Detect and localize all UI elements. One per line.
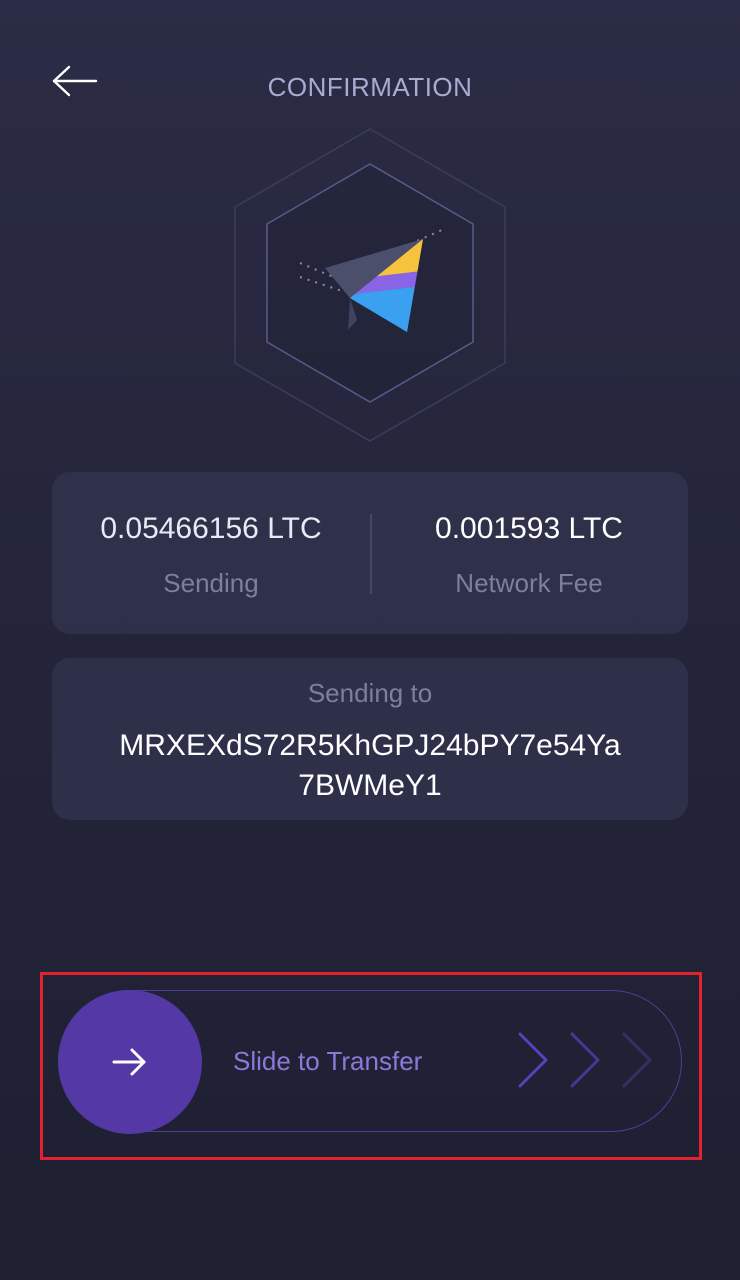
network-fee-label: Network Fee <box>455 568 603 598</box>
hero-graphic <box>220 120 520 450</box>
confirmation-screen: CONFIRMATION 0.05466156 LTC Sending 0.00… <box>0 0 740 1280</box>
page-title: CONFIRMATION <box>267 72 473 102</box>
recipient-address: MRXEXdS72R5KhGPJ24bPY7e54Ya7BWMeY1 <box>119 729 621 802</box>
sending-label: Sending <box>163 568 259 598</box>
slide-to-transfer-label: Slide to Transfer <box>233 1046 423 1076</box>
recipient-card: Sending to MRXEXdS72R5KhGPJ24bPY7e54Ya7B… <box>52 658 688 820</box>
sending-amount: 0.05466156 LTC <box>100 512 322 545</box>
chevrons-right-icon <box>518 1032 652 1088</box>
sending-amount-section: 0.05466156 LTC Sending <box>52 472 370 634</box>
network-fee-section: 0.001593 LTC Network Fee <box>370 472 688 634</box>
recipient-label: Sending to <box>307 678 433 708</box>
network-fee-amount: 0.001593 LTC <box>435 512 623 545</box>
arrow-right-icon <box>112 1048 146 1076</box>
slide-to-transfer-handle[interactable] <box>58 990 202 1134</box>
amounts-card: 0.05466156 LTC Sending 0.001593 LTC Netw… <box>52 472 688 634</box>
